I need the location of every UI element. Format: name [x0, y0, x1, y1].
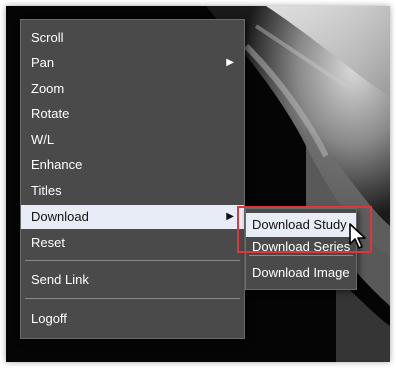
menu-divider [25, 260, 240, 261]
menu-item-wl[interactable]: W/L [21, 128, 244, 152]
menu-item-scroll[interactable]: Scroll [21, 26, 244, 50]
submenu-arrow-icon: ▶ [226, 57, 234, 68]
menu-item-reset[interactable]: Reset [21, 231, 244, 255]
menu-item-logoff[interactable]: Logoff [21, 307, 244, 331]
menu-item-send-link[interactable]: Send Link [21, 268, 244, 292]
menu-item-zoom[interactable]: Zoom [21, 77, 244, 101]
menu-item-label: Scroll [31, 30, 64, 45]
menu-item-label: Enhance [31, 157, 83, 172]
submenu-item-label: Download Image [252, 265, 350, 280]
menu-item-enhance[interactable]: Enhance [21, 153, 244, 177]
submenu-item-download-image[interactable]: Download Image [246, 261, 356, 285]
menu-item-label: Zoom [31, 81, 65, 96]
menu-item-label: Titles [31, 183, 62, 198]
menu-item-label: Rotate [31, 106, 70, 121]
menu-divider [25, 298, 240, 299]
menu-item-label: Pan [31, 55, 55, 70]
menu-item-label: Reset [31, 235, 65, 250]
menu-item-titles[interactable]: Titles [21, 179, 244, 203]
submenu-arrow-icon: ▶ [226, 211, 234, 222]
mouse-pointer-icon [349, 223, 366, 249]
menu-item-label: Download [31, 209, 89, 224]
menu-item-label: Logoff [31, 311, 67, 326]
menu-item-download[interactable]: Download ▶ [21, 205, 244, 229]
menu-item-pan[interactable]: Pan ▶ [21, 51, 244, 75]
menu-item-label: Send Link [31, 272, 89, 287]
menu-item-label: W/L [31, 132, 55, 147]
menu-item-rotate[interactable]: Rotate [21, 102, 244, 126]
submenu-divider [249, 255, 353, 256]
context-menu: Scroll Pan ▶ Zoom Rotate W/L Enhance Tit… [20, 19, 245, 339]
